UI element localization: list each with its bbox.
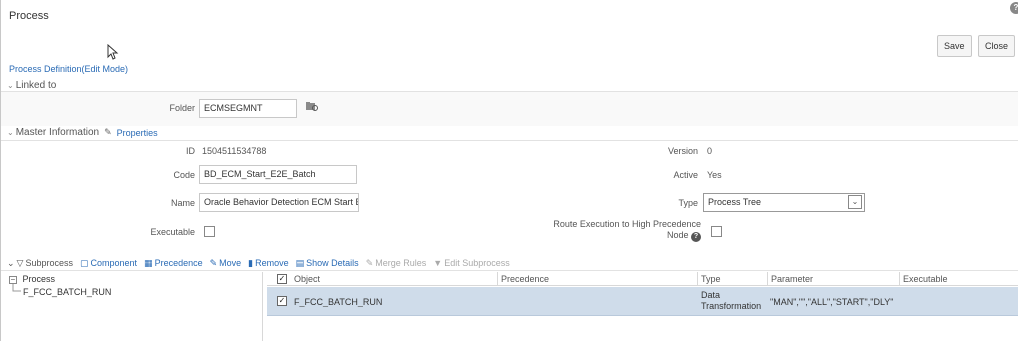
collapse-icon[interactable]: –	[9, 275, 17, 284]
merge-rules-button[interactable]: ✎ Merge Rules	[366, 258, 427, 269]
precedence-label: Precedence	[154, 258, 203, 268]
column-header-type[interactable]: Type	[701, 274, 721, 284]
process-window: Process ? Save Close Process Definition(…	[0, 0, 1018, 341]
name-field[interactable]: Oracle Behavior Detection ECM Start E	[199, 193, 359, 212]
mouse-cursor-icon	[107, 44, 119, 60]
active-label: Active	[673, 170, 698, 180]
precedence-icon: ▦	[144, 257, 153, 268]
column-header-executable[interactable]: Executable	[903, 274, 948, 284]
master-information-section-header[interactable]: ⌄ Master Information ✎ Properties	[7, 127, 158, 138]
edit-icon: ▼	[433, 258, 443, 268]
cell-type: Data Transformation	[701, 290, 761, 312]
move-button[interactable]: ✎ Move	[210, 258, 242, 269]
window-title: Process	[9, 10, 49, 22]
active-value: Yes	[707, 170, 722, 180]
properties-icon: ✎	[104, 127, 112, 137]
tree-node-child[interactable]: F_FCC_BATCH_RUN	[23, 287, 111, 297]
show-details-label: Show Details	[306, 258, 359, 268]
chevron-down-icon[interactable]: ⌄	[848, 195, 862, 209]
master-information-title: Master Information	[15, 127, 100, 138]
process-tree: – Process F_FCC_BATCH_RUN	[7, 272, 263, 341]
route-execution-label: Route Execution to High Precedence Node …	[491, 219, 701, 242]
chevron-down-icon: ⌄	[7, 81, 14, 90]
select-all-checkbox[interactable]: ✓	[277, 274, 287, 284]
info-icon[interactable]: ?	[691, 232, 701, 242]
row-checkbox[interactable]: ✓	[277, 296, 287, 306]
merge-rules-label: Merge Rules	[375, 258, 427, 268]
column-separator	[899, 272, 900, 286]
version-value: 0	[707, 146, 713, 156]
executable-label: Executable	[150, 227, 195, 237]
component-icon: ▢	[80, 257, 89, 268]
id-label: ID	[186, 146, 195, 156]
remove-label: Remove	[255, 258, 289, 268]
edit-subprocess-label: Edit Subprocess	[444, 258, 510, 268]
remove-button[interactable]: ▮ Remove	[248, 258, 288, 269]
cell-type-line-1: Data	[701, 290, 721, 300]
details-icon: ▤	[295, 257, 305, 268]
edit-subprocess-button[interactable]: ▼ Edit Subprocess	[433, 258, 509, 268]
code-label: Code	[173, 170, 195, 180]
precedence-button[interactable]: ▦ Precedence	[144, 258, 203, 269]
filter-icon: ▽	[16, 257, 24, 268]
tree-node-process[interactable]: – Process	[9, 274, 55, 284]
cell-parameter: "MAN","","ALL","START","DLY"	[770, 297, 894, 307]
edit-mode-link[interactable]: Process Definition(Edit Mode)	[9, 64, 128, 74]
linked-to-title: Linked to	[15, 80, 57, 91]
version-label: Version	[667, 146, 698, 156]
route-label-line-1: Route Execution to High Precedence	[553, 219, 701, 229]
properties-link[interactable]: Properties	[117, 128, 158, 138]
save-button[interactable]: Save	[937, 35, 972, 57]
id-value: 1504511534788	[202, 146, 267, 156]
merge-icon: ✎	[365, 257, 374, 268]
subprocess-toolbar: ⌄ ▽ Subprocess ▢ Component ▦ Precedence …	[7, 256, 510, 270]
tree-connector	[12, 284, 21, 292]
component-button[interactable]: ▢ Component	[80, 258, 137, 269]
component-label: Component	[90, 258, 138, 268]
cell-object: F_FCC_BATCH_RUN	[294, 297, 383, 307]
divider	[1, 140, 1018, 141]
help-icon[interactable]: ?	[1010, 2, 1018, 14]
grid-header: ✓ Object Precedence Type Parameter Execu…	[267, 272, 1018, 286]
column-header-parameter[interactable]: Parameter	[771, 274, 813, 284]
chevron-down-icon: ⌄	[7, 128, 14, 137]
close-button[interactable]: Close	[978, 35, 1016, 57]
name-label: Name	[170, 198, 195, 208]
column-separator	[497, 272, 498, 286]
trash-icon: ▮	[248, 257, 254, 268]
subprocess-tab[interactable]: ⌄ ▽ Subprocess	[7, 258, 73, 269]
move-icon: ✎	[209, 257, 218, 268]
chevron-down-icon: ⌄	[7, 257, 15, 268]
route-label-line-2: Node ?	[491, 230, 701, 242]
tree-node-label: Process	[22, 274, 56, 284]
code-field[interactable]: BD_ECM_Start_E2E_Batch	[199, 165, 357, 184]
type-label: Type	[678, 198, 698, 208]
column-header-precedence[interactable]: Precedence	[501, 274, 549, 284]
table-row[interactable]: ✓ F_FCC_BATCH_RUN Data Transformation "M…	[267, 287, 1018, 316]
folder-label: Folder	[169, 103, 195, 113]
folder-field[interactable]: ECMSEGMNT	[199, 99, 297, 118]
route-execution-checkbox[interactable]	[711, 226, 722, 237]
cell-type-line-2: Transformation	[701, 301, 762, 311]
move-label: Move	[219, 258, 242, 268]
type-select-value: Process Tree	[708, 197, 762, 207]
type-select[interactable]: Process Tree	[703, 193, 865, 212]
column-separator	[697, 272, 698, 286]
executable-checkbox[interactable]	[204, 226, 215, 237]
folder-browse-icon[interactable]	[305, 100, 318, 112]
column-separator	[767, 272, 768, 286]
show-details-button[interactable]: ▤ Show Details	[296, 258, 359, 269]
column-header-object[interactable]: Object	[294, 274, 320, 284]
route-label-node: Node	[666, 230, 689, 240]
subprocess-label: Subprocess	[25, 258, 73, 268]
linked-to-section-header[interactable]: ⌄ Linked to	[7, 80, 56, 91]
divider	[1, 270, 1018, 271]
tree-node-label: F_FCC_BATCH_RUN	[23, 287, 112, 297]
